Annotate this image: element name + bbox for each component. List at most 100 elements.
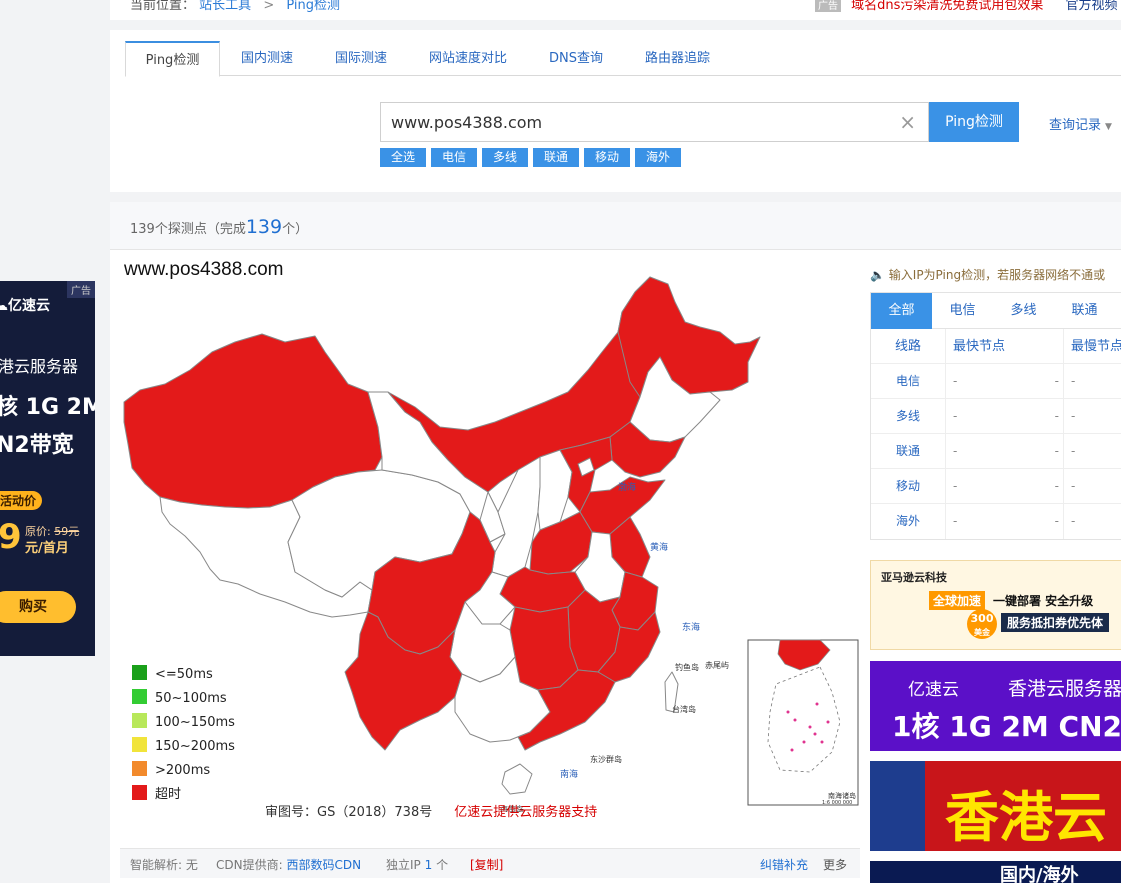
aws-t2: 一键部署 安全升级 [993,594,1094,608]
tab-international-speed[interactable]: 国际测速 [335,41,387,76]
results-panel: 139个探测点（完成139个） www.pos4388.com 渤海 黄海 东海… [110,202,1121,883]
smart-dns-info: 智能解析: 无 [130,858,198,872]
copy-button[interactable]: [复制] [470,856,503,873]
domain-input[interactable] [381,103,891,141]
legend-swatch [132,689,147,704]
line-overseas[interactable]: 海外 [871,504,946,539]
top-right-links: 广告 域名dns污染清洗免费试用包效果 官方视频 [815,0,1118,13]
aws-t1: 全球加速 [929,591,986,610]
summary-tab-all[interactable]: 全部 [871,293,932,329]
left-ad-price: 9 [0,517,22,557]
sponsor-link[interactable]: 亿速云提供云服务器支持 [454,805,597,820]
summary-tabs: 全部 电信 多线 联通 [871,293,1121,329]
filter-telecom[interactable]: 电信 [431,148,477,167]
clear-icon[interactable]: × [899,110,916,134]
more-link[interactable]: 更多 [823,856,847,873]
legend-swatch [132,713,147,728]
dns-promo-link[interactable]: 域名dns污染清洗免费试用包效果 [851,0,1043,13]
legend-item-150: 100~150ms [132,713,235,737]
breadcrumb-prefix: 当前位置： [130,0,196,13]
legend-item-50: <=50ms [132,665,235,689]
yisu-banner[interactable]: 亿速云 香港云服务器 1核 1G 2M CN2带宽 [870,661,1121,751]
left-ad-activity-tag: 活动价 [0,491,43,510]
cloud-logo-icon: ☁ [0,298,8,314]
sea-label-huanghai: 黄海 [650,541,668,553]
breadcrumb-separator: > [263,0,275,13]
notice-bar: 🔈 输入IP为Ping检测，若服务器网络不通或 [870,266,1105,283]
filter-multiline[interactable]: 多线 [482,148,528,167]
filter-all[interactable]: 全选 [380,148,426,167]
table-row: 移动 -- - [871,469,1121,504]
tab-ping[interactable]: Ping检测 [125,41,220,77]
south-china-sea-inset: 南海诸岛 1:6 000 000 [747,639,859,806]
tool-tabs: Ping检测 国内测速 国际测速 网站速度对比 DNS查询 路由器追踪 [125,41,1121,77]
approval-number: 审图号：GS（2018）738号 [265,805,433,820]
breadcrumb: 当前位置： 站长工具 > Ping检测 [130,0,340,13]
results-header: 139个探测点（完成139个） [110,202,1121,250]
inset-title: 南海诸岛 [828,791,856,800]
hk-banner-t1: 香港云 [945,786,1107,849]
sea-label-bohai: 渤海 [618,481,636,493]
tab-speed-compare[interactable]: 网站速度对比 [429,41,507,76]
tab-domestic-speed[interactable]: 国内测速 [241,41,293,76]
legend-item-over200: >200ms [132,761,235,785]
caret-down-icon: ▼ [1105,122,1112,132]
inset-scale: 1:6 000 000 [822,800,852,806]
summary-tab-unicom[interactable]: 联通 [1054,293,1115,329]
b4-t1: 国内/海外 [1000,865,1079,883]
filter-overseas[interactable]: 海外 [635,148,681,167]
line-multiline[interactable]: 多线 [871,399,946,434]
left-ad-per-month: 元/首月 [25,541,69,556]
aws-t3: 服务抵扣券优先体 [1001,613,1110,632]
hk-cloud-banner[interactable]: 香港云 [870,761,1121,851]
node-summary-table: 全部 电信 多线 联通 线路 最快节点 最慢节点 电信 -- - 多线 -- -… [870,292,1121,540]
sea-label-nanhai: 南海 [560,768,578,780]
top-strip: 当前位置： 站长工具 > Ping检测 广告 域名dns污染清洗免费试用包效果 … [110,0,1121,20]
query-history-dropdown[interactable]: 查询记录 ▼ [1049,114,1112,133]
summary-tab-multiline[interactable]: 多线 [993,293,1054,329]
sea-label-donghai: 东海 [682,621,700,633]
left-ad-brand: ☁亿速云 [0,295,50,315]
buy-button[interactable]: 购买 [0,591,76,623]
tab-dns-query[interactable]: DNS查询 [549,41,603,76]
table-row: 海外 -- - [871,504,1121,539]
correction-link[interactable]: 纠错补充 [760,856,808,873]
tab-traceroute[interactable]: 路由器追踪 [645,41,710,76]
breadcrumb-link-ping[interactable]: Ping检测 [286,0,340,13]
line-telecom[interactable]: 电信 [871,364,946,399]
region-hunan[interactable] [509,606,579,691]
official-video-link[interactable]: 官方视频 [1066,0,1118,13]
region-heilongjiang[interactable] [617,276,761,398]
search-box: × [380,102,929,142]
table-row: 联通 -- - [871,434,1121,469]
probe-count: 139个探测点（完成139个） [130,216,309,238]
legend-swatch [132,785,147,800]
line-mobile[interactable]: 移动 [871,469,946,504]
left-floating-ad[interactable]: 广告 ☁亿速云 港云服务器 核 1G 2M N2带宽 活动价 9 原价: 59元… [0,281,95,656]
filter-unicom[interactable]: 联通 [533,148,579,167]
cdn-provider-link[interactable]: 西部数码CDN [286,858,361,872]
aws-banner[interactable]: 亚马逊云科技 全球加速 一键部署 安全升级 服务抵扣券优先体 300 美金 [870,560,1121,650]
left-ad-line2: 核 1G 2M [0,395,95,420]
table-row: 多线 -- - [871,399,1121,434]
map-credit: 审图号：GS（2018）738号 亿速云提供云服务器支持 [265,801,597,820]
aws-badge: 300 美金 [967,609,997,639]
yisu-banner-brand: 亿速云 [908,680,959,700]
ip-info: 独立IP 1 个 [386,858,449,872]
legend-item-200: 150~200ms [132,737,235,761]
legend-swatch [132,737,147,752]
table-header: 线路 最快节点 最慢节点 [871,329,1121,364]
breadcrumb-link-tools[interactable]: 站长工具 [199,0,251,13]
ping-button[interactable]: Ping检测 [929,102,1019,142]
info-bar: 智能解析: 无 CDN提供商: 西部数码CDN 独立IP 1 个 [复制] 纠错… [120,848,860,878]
filter-mobile[interactable]: 移动 [584,148,630,167]
done-count: 139 [245,216,283,238]
latency-legend: <=50ms 50~100ms 100~150ms 150~200ms >200… [132,665,235,809]
line-unicom[interactable]: 联通 [871,434,946,469]
left-ad-line3: N2带宽 [0,433,74,458]
yisu-banner-t2: 1核 1G 2M CN2带宽 [892,710,1121,743]
tool-panel: Ping检测 国内测速 国际测速 网站速度对比 DNS查询 路由器追踪 × Pi… [110,30,1121,192]
summary-tab-telecom[interactable]: 电信 [932,293,993,329]
domestic-overseas-banner[interactable]: 国内/海外 [870,861,1121,883]
region-hainan [501,763,533,795]
